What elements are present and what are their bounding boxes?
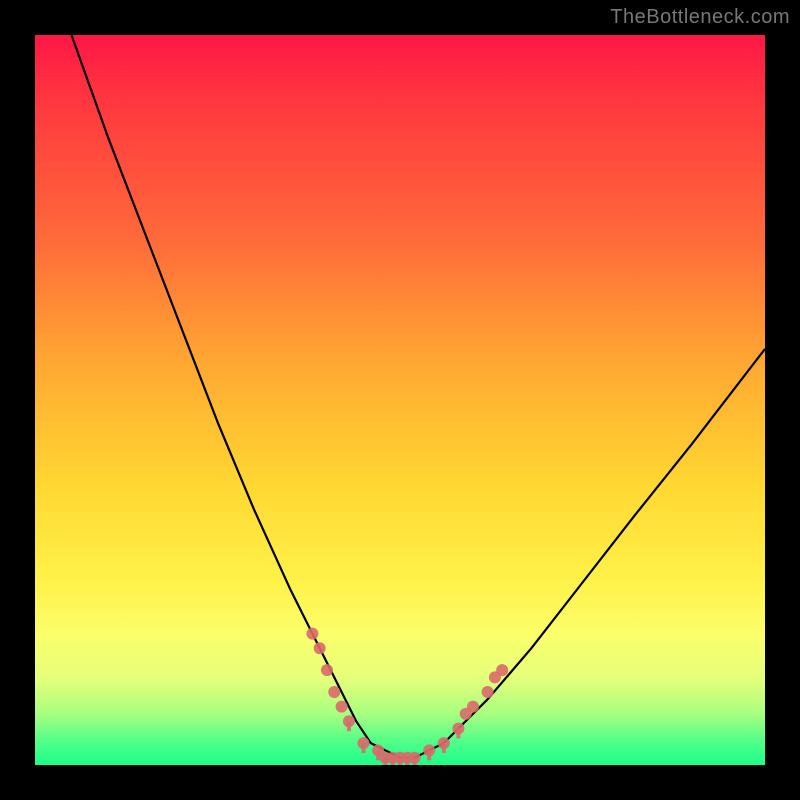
plot-area <box>35 35 765 765</box>
marker-tick <box>391 758 395 765</box>
watermark-label: TheBottleneck.com <box>610 6 790 29</box>
marker-tick <box>413 758 417 765</box>
marker-tick <box>362 743 366 753</box>
marker-tick <box>405 758 409 765</box>
marker-dot <box>314 642 326 654</box>
bottleneck-curve <box>72 35 766 758</box>
marker-dot <box>482 686 494 698</box>
marker-group <box>306 628 508 765</box>
marker-tick <box>456 729 460 739</box>
marker-tick <box>383 758 387 765</box>
marker-dot <box>467 701 479 713</box>
marker-tick <box>398 758 402 765</box>
marker-dot <box>306 628 318 640</box>
chart-frame: TheBottleneck.com <box>0 0 800 800</box>
marker-dot <box>321 664 333 676</box>
marker-dot <box>336 701 348 713</box>
marker-tick <box>376 750 380 760</box>
marker-dot <box>328 686 340 698</box>
marker-tick <box>347 721 351 731</box>
curve-svg <box>35 35 765 765</box>
marker-tick <box>427 750 431 760</box>
marker-dot <box>496 664 508 676</box>
marker-tick <box>442 743 446 753</box>
